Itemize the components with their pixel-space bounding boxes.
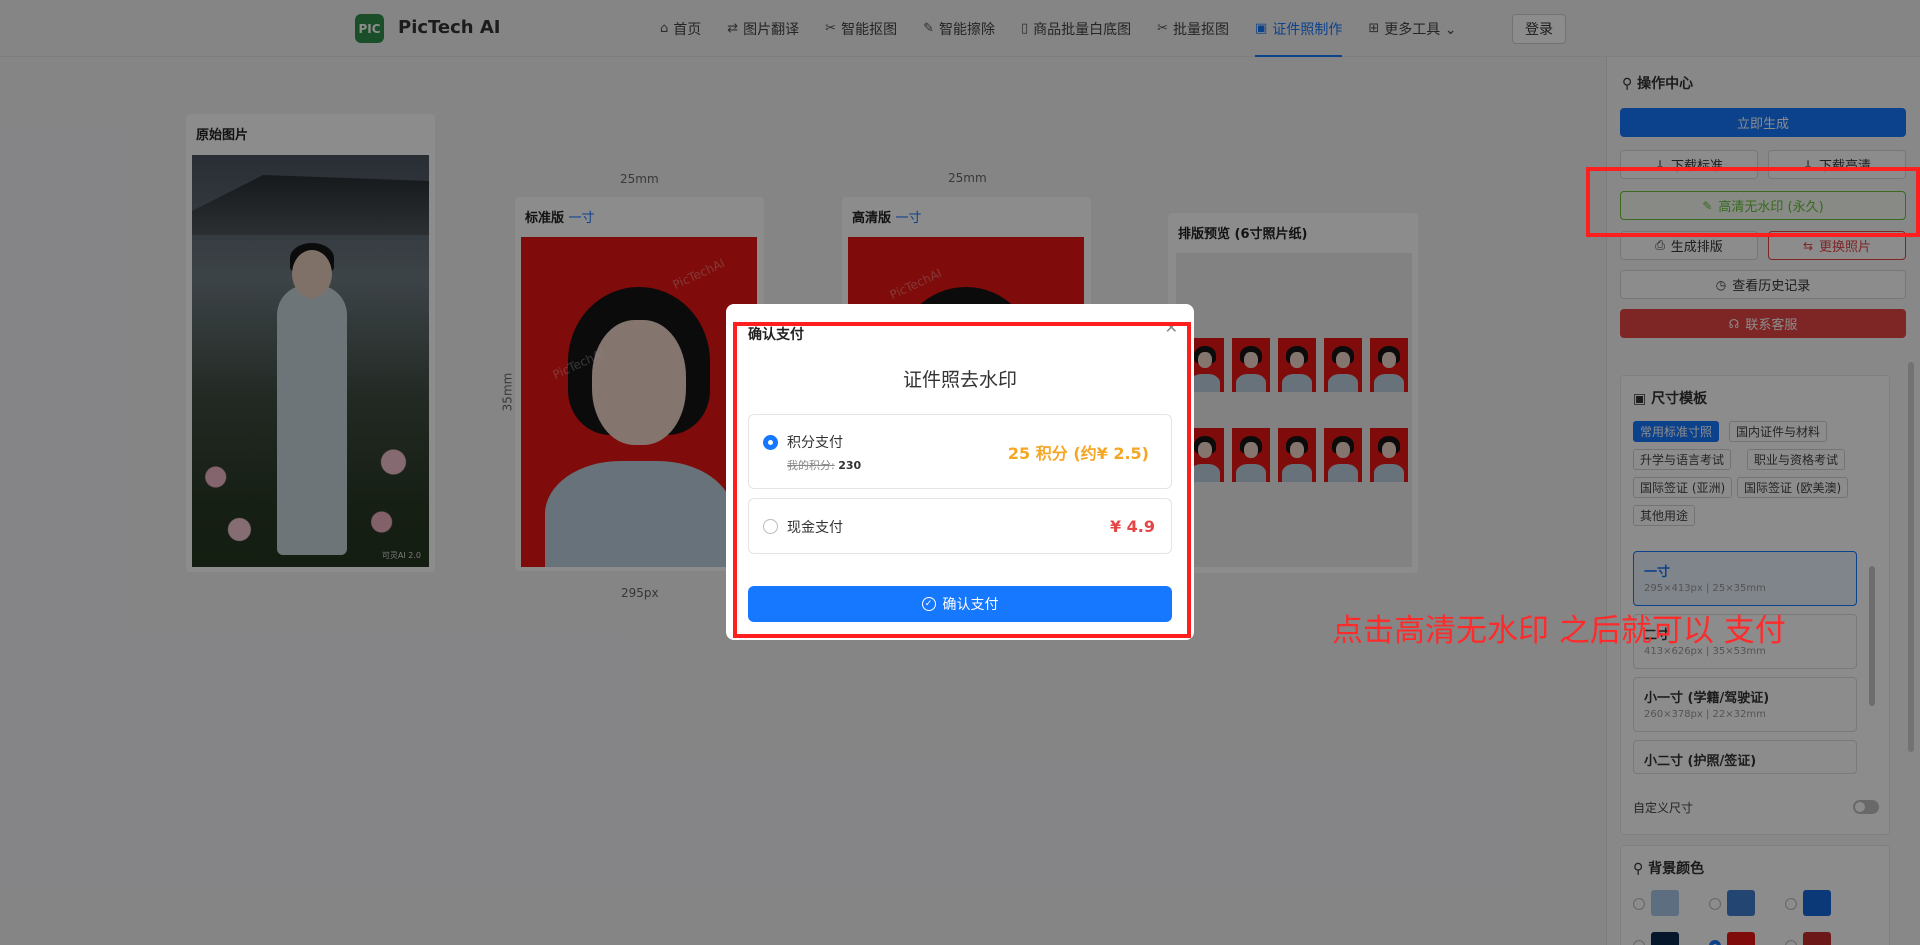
annotation-box-hd-button — [1586, 167, 1920, 237]
annotation-box-modal — [733, 322, 1191, 638]
annotation-text: 点击高清无水印 之后就可以 支付 — [1332, 613, 1786, 649]
